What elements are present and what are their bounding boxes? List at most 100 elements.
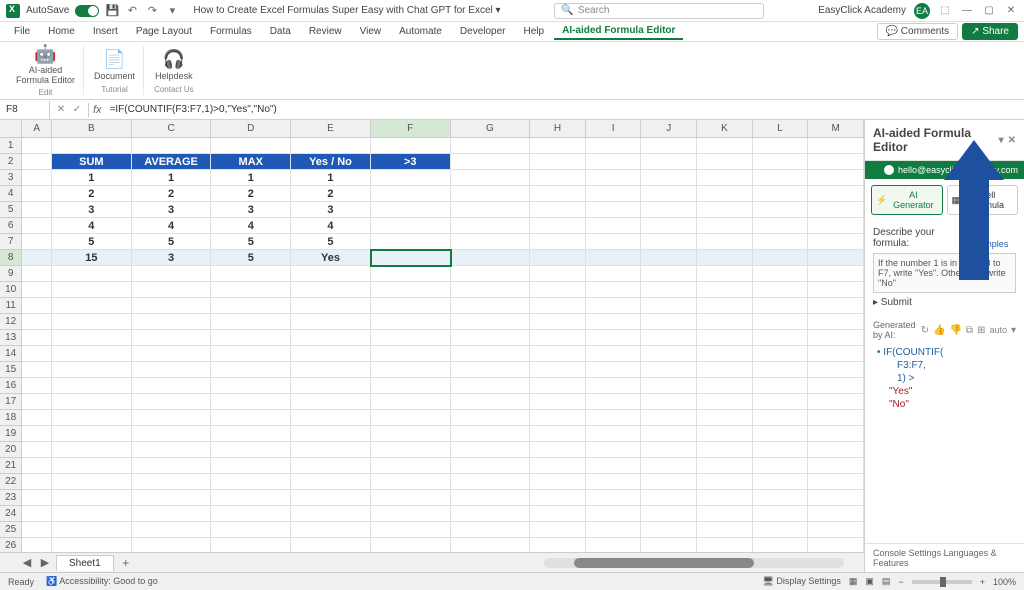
cell[interactable]: [697, 330, 753, 346]
cell[interactable]: 1: [291, 170, 371, 186]
cell[interactable]: [641, 362, 697, 378]
cell[interactable]: [697, 426, 753, 442]
cell[interactable]: [211, 474, 291, 490]
cell[interactable]: [52, 506, 132, 522]
cell[interactable]: [753, 138, 809, 154]
cell[interactable]: [586, 522, 642, 538]
cell[interactable]: [211, 538, 291, 552]
cell[interactable]: [22, 378, 52, 394]
cell[interactable]: [211, 362, 291, 378]
zoom-out-icon[interactable]: −: [898, 577, 903, 587]
cell[interactable]: [451, 474, 531, 490]
cell[interactable]: [641, 218, 697, 234]
cell[interactable]: [586, 202, 642, 218]
cell[interactable]: [697, 266, 753, 282]
column-header-F[interactable]: F: [371, 120, 451, 137]
cell[interactable]: [211, 138, 291, 154]
row-header[interactable]: 13: [0, 330, 22, 346]
cell[interactable]: [22, 186, 52, 202]
row-header[interactable]: 18: [0, 410, 22, 426]
cell[interactable]: 5: [132, 234, 212, 250]
cell[interactable]: [808, 394, 864, 410]
cell[interactable]: [753, 314, 809, 330]
tab-formulas[interactable]: Formulas: [202, 24, 260, 39]
tab-insert[interactable]: Insert: [85, 24, 126, 39]
pane-close-icon[interactable]: ✕: [1008, 135, 1016, 146]
display-settings-link[interactable]: 🖥 Display Settings: [762, 576, 840, 587]
tab-view[interactable]: View: [352, 24, 390, 39]
name-box[interactable]: F8: [0, 101, 50, 119]
cell[interactable]: [753, 202, 809, 218]
pane-tab-ai-generator[interactable]: ⚡ AI Generator: [871, 185, 943, 215]
column-header-J[interactable]: J: [641, 120, 697, 137]
cell[interactable]: [808, 298, 864, 314]
cell[interactable]: [132, 538, 212, 552]
cell[interactable]: [808, 186, 864, 202]
cell[interactable]: [371, 250, 451, 266]
cell[interactable]: [451, 202, 531, 218]
spreadsheet-grid[interactable]: ABCDEFGHIJKLM 12SUMAVERAGEMAXYes / No>33…: [0, 120, 864, 572]
cell[interactable]: [371, 458, 451, 474]
maximize-icon[interactable]: ▢: [982, 4, 996, 18]
tab-help[interactable]: Help: [516, 24, 553, 39]
cell[interactable]: [451, 314, 531, 330]
cell[interactable]: 1: [211, 170, 291, 186]
cell[interactable]: [753, 282, 809, 298]
thumbs-up-icon[interactable]: 👍: [933, 325, 945, 336]
cell[interactable]: [808, 218, 864, 234]
cell[interactable]: [753, 506, 809, 522]
cell[interactable]: [808, 202, 864, 218]
cell[interactable]: [641, 266, 697, 282]
account-name[interactable]: EasyClick Academy: [818, 5, 906, 16]
cell[interactable]: [586, 378, 642, 394]
cell[interactable]: 2: [132, 186, 212, 202]
cell[interactable]: [132, 330, 212, 346]
cell[interactable]: [697, 138, 753, 154]
cell[interactable]: [132, 474, 212, 490]
cell[interactable]: [52, 410, 132, 426]
cell[interactable]: [291, 426, 371, 442]
cell[interactable]: [52, 330, 132, 346]
cell[interactable]: 2: [52, 186, 132, 202]
tab-page-layout[interactable]: Page Layout: [128, 24, 200, 39]
cell[interactable]: [697, 538, 753, 552]
cell[interactable]: [808, 378, 864, 394]
cell[interactable]: [586, 426, 642, 442]
cell[interactable]: [132, 138, 212, 154]
thumbs-down-icon[interactable]: 👎: [949, 325, 961, 336]
cell[interactable]: 4: [132, 218, 212, 234]
cell[interactable]: [586, 490, 642, 506]
cell[interactable]: MAX: [211, 154, 291, 170]
cell[interactable]: [586, 154, 642, 170]
cell[interactable]: [291, 538, 371, 552]
cell[interactable]: [52, 474, 132, 490]
cell[interactable]: [753, 490, 809, 506]
chevron-down-icon[interactable]: ▾: [1011, 325, 1016, 336]
cell[interactable]: [22, 314, 52, 330]
cell[interactable]: [291, 378, 371, 394]
cell[interactable]: [808, 362, 864, 378]
submit-button[interactable]: ▸ Submit: [873, 293, 1016, 312]
cell[interactable]: [586, 330, 642, 346]
cell[interactable]: [808, 506, 864, 522]
avatar[interactable]: EA: [914, 3, 930, 19]
console-link[interactable]: Console: [873, 548, 906, 558]
cell[interactable]: [371, 298, 451, 314]
cell[interactable]: [697, 410, 753, 426]
cell[interactable]: [52, 522, 132, 538]
cell[interactable]: [291, 266, 371, 282]
cell[interactable]: [808, 250, 864, 266]
cell[interactable]: [530, 218, 586, 234]
cell[interactable]: [641, 234, 697, 250]
cell[interactable]: [451, 394, 531, 410]
cell[interactable]: [641, 538, 697, 552]
cell[interactable]: [371, 538, 451, 552]
tab-developer[interactable]: Developer: [452, 24, 514, 39]
cell[interactable]: [641, 282, 697, 298]
cell[interactable]: [808, 330, 864, 346]
cell[interactable]: [132, 394, 212, 410]
cell[interactable]: [753, 346, 809, 362]
cell[interactable]: 3: [291, 202, 371, 218]
minimize-icon[interactable]: —: [960, 4, 974, 18]
cell[interactable]: [22, 202, 52, 218]
